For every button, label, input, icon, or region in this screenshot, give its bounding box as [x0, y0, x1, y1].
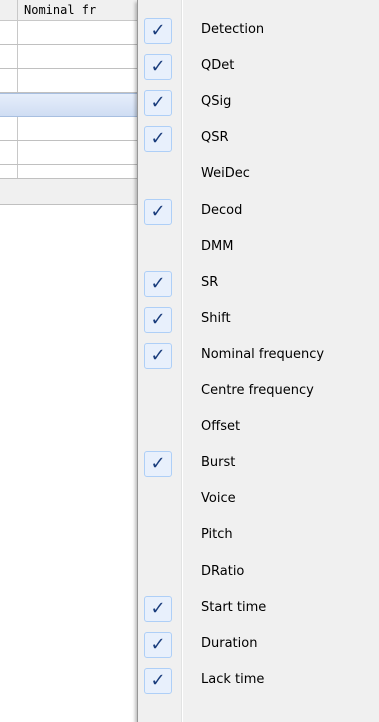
- menu-item-label: DRatio: [201, 563, 245, 579]
- table-row[interactable]: [0, 45, 150, 69]
- menu-item-label: DMM: [201, 238, 234, 254]
- menu-item-start-time[interactable]: ✓ Start time: [138, 592, 378, 626]
- menu-item-label: QDet: [201, 58, 235, 74]
- menu-item-dratio[interactable]: DRatio: [138, 556, 378, 590]
- menu-item-voice[interactable]: Voice: [138, 483, 378, 517]
- menu-item-label: WeiDec: [201, 166, 250, 182]
- menu-item-qdet[interactable]: ✓ QDet: [138, 50, 378, 84]
- menu-item-label: Pitch: [201, 527, 233, 543]
- menu-item-detection[interactable]: ✓ Detection: [138, 14, 378, 48]
- menu-item-label: Nominal frequency: [201, 346, 325, 362]
- table-row[interactable]: [0, 69, 150, 93]
- check-box: ✓: [144, 451, 172, 478]
- menu-item-label: QSR: [201, 130, 229, 146]
- checkmark-icon: ✓: [150, 56, 166, 78]
- menu-item-label: Centre frequency: [201, 383, 314, 398]
- checkmark-icon: ✓: [150, 597, 166, 619]
- column-chooser-menu: ✓ Detection ✓ QDet ✓ QSig ✓ QSR WeiDec ✓ Decod DMM ✓…: [137, 0, 379, 722]
- checkmark-icon: ✓: [150, 308, 166, 330]
- checkmark-icon: ✓: [150, 20, 166, 41]
- menu-item-lack-time[interactable]: ✓ Lack time: [138, 664, 378, 698]
- checkmark-icon: ✓: [150, 200, 166, 222]
- menu-item-dmm[interactable]: DMM: [138, 231, 378, 265]
- menu-item-duration[interactable]: ✓ Duration: [138, 628, 378, 662]
- menu-item-pitch[interactable]: Pitch: [138, 519, 378, 553]
- grid-footer: [0, 178, 150, 205]
- check-box: ✓: [144, 306, 172, 333]
- menu-item-qsig[interactable]: ✓ QSig: [138, 86, 378, 120]
- check-box: ✓: [144, 667, 172, 694]
- menu-item-qsr[interactable]: ✓ QSR: [138, 122, 378, 156]
- menu-item-weidec[interactable]: WeiDec: [138, 158, 378, 192]
- menu-item-label: Burst: [201, 455, 236, 471]
- checkmark-icon: ✓: [150, 344, 166, 366]
- column-header[interactable]: Nominal fr: [0, 0, 150, 21]
- menu-item-burst[interactable]: ✓ Burst: [138, 447, 378, 481]
- menu-item-label: Decod: [201, 202, 243, 218]
- check-box: ✓: [144, 198, 172, 225]
- table-row-selected[interactable]: [0, 93, 150, 117]
- check-box: ✓: [144, 18, 172, 44]
- menu-item-shift[interactable]: ✓ Shift: [138, 303, 378, 337]
- checkmark-icon: ✓: [150, 272, 166, 294]
- menu-item-label: Voice: [201, 491, 236, 507]
- menu-item-sr[interactable]: ✓ SR: [138, 267, 378, 301]
- menu-item-label: SR: [201, 274, 219, 290]
- checkmark-icon: ✓: [150, 669, 166, 691]
- menu-item-label: Shift: [201, 310, 231, 326]
- grid-empty-area: [0, 205, 150, 722]
- menu-item-offset[interactable]: Offset: [138, 411, 378, 445]
- menu-item-label: QSig: [201, 94, 232, 110]
- check-box: ✓: [144, 90, 172, 117]
- table-row[interactable]: [0, 141, 150, 165]
- menu-item-label: Detection: [201, 22, 265, 37]
- checkmark-icon: ✓: [150, 633, 166, 655]
- table-row[interactable]: [0, 21, 150, 45]
- menu-item-centre-frequency[interactable]: Centre frequency: [138, 375, 378, 409]
- check-box: ✓: [144, 126, 172, 153]
- checkmark-icon: ✓: [150, 128, 166, 150]
- column-header-label: Nominal fr: [24, 3, 97, 17]
- table-row[interactable]: [0, 117, 150, 141]
- checkmark-icon: ✓: [150, 453, 166, 475]
- menu-item-nominal-frequency[interactable]: ✓ Nominal frequency: [138, 339, 378, 373]
- menu-item-label: Lack time: [201, 671, 265, 687]
- check-box: ✓: [144, 270, 172, 297]
- check-box: ✓: [144, 54, 172, 81]
- check-box: ✓: [144, 631, 172, 658]
- data-grid: Nominal fr: [0, 0, 150, 722]
- menu-item-decod[interactable]: ✓ Decod: [138, 195, 378, 229]
- check-box: ✓: [144, 342, 172, 369]
- menu-item-label: Offset: [201, 419, 241, 435]
- menu-item-label: Start time: [201, 599, 267, 615]
- checkmark-icon: ✓: [150, 92, 166, 114]
- check-box: ✓: [144, 595, 172, 622]
- menu-item-label: Duration: [201, 635, 258, 651]
